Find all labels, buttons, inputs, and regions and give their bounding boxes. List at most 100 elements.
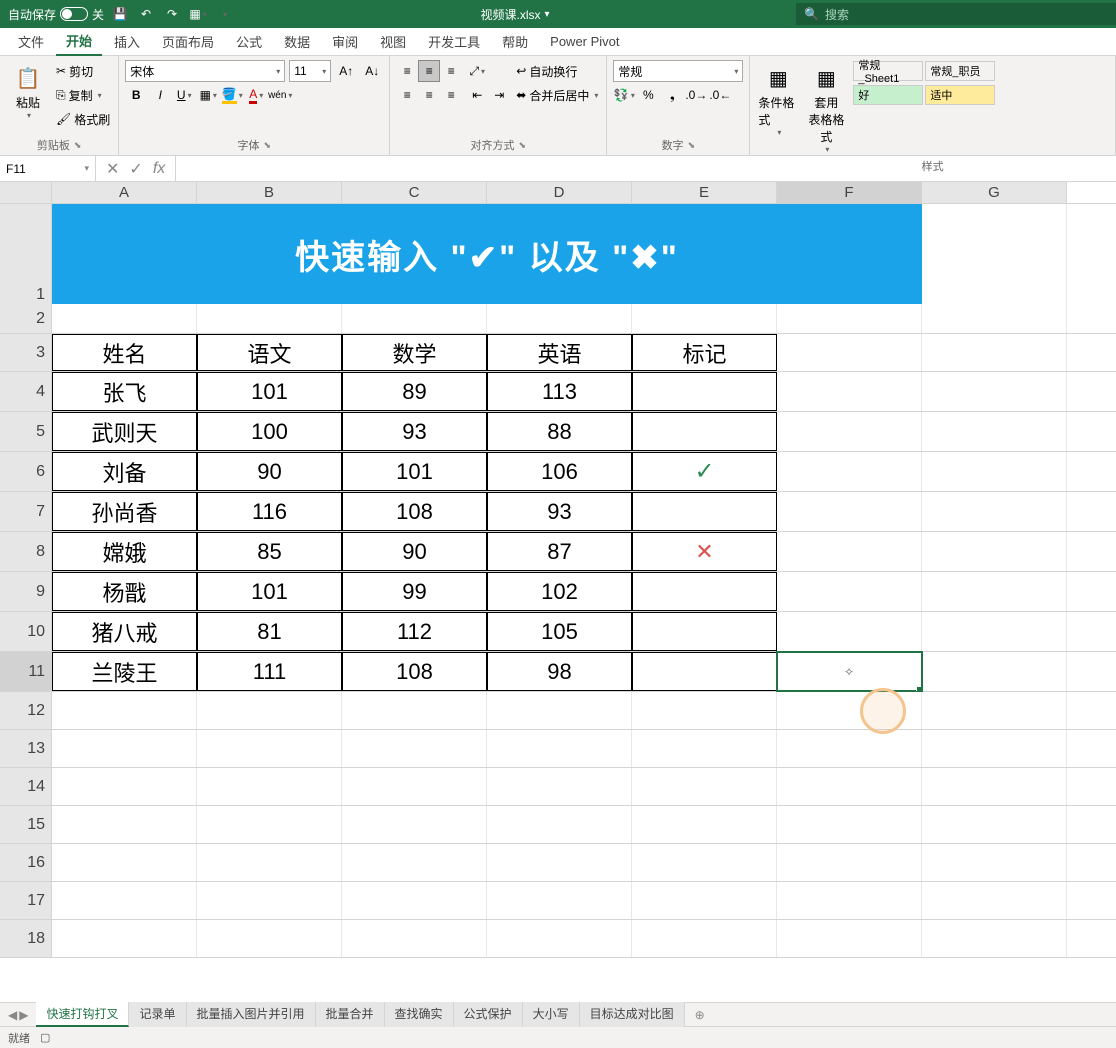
orientation-icon[interactable]: ⤢▾ bbox=[466, 60, 488, 82]
cell-A7[interactable]: 孙尚香 bbox=[52, 492, 197, 531]
select-all-corner[interactable] bbox=[0, 182, 52, 203]
sheet-nav-next-icon[interactable]: ▶ bbox=[19, 1008, 28, 1022]
cell-E5[interactable] bbox=[632, 412, 777, 451]
decrease-decimal-icon[interactable]: .0← bbox=[709, 84, 731, 106]
col-header-B[interactable]: B bbox=[197, 182, 342, 203]
cell-B4[interactable]: 101 bbox=[197, 372, 342, 411]
row-header-11[interactable]: 11 bbox=[0, 652, 52, 691]
cell-A10[interactable]: 猪八戒 bbox=[52, 612, 197, 651]
col-header-A[interactable]: A bbox=[52, 182, 197, 203]
undo-icon[interactable]: ↶ bbox=[136, 4, 156, 24]
cell-E9[interactable] bbox=[632, 572, 777, 611]
qat-more-icon[interactable]: ▦▾ bbox=[188, 4, 208, 24]
row-header-14[interactable]: 14 bbox=[0, 768, 52, 805]
align-middle-icon[interactable]: ≡ bbox=[418, 60, 440, 82]
tab-formulas[interactable]: 公式 bbox=[226, 28, 272, 55]
row-header-4[interactable]: 4 bbox=[0, 372, 52, 411]
col-header-G[interactable]: G bbox=[922, 182, 1067, 203]
increase-font-icon[interactable]: A↑ bbox=[335, 60, 357, 82]
italic-button[interactable]: I bbox=[149, 84, 171, 106]
sheet-tab-0[interactable]: 快速打钩打叉 bbox=[36, 1002, 129, 1027]
cell-E6[interactable]: ✓ bbox=[632, 452, 777, 491]
comma-format-icon[interactable]: ❟ bbox=[661, 84, 683, 106]
align-right-icon[interactable]: ≡ bbox=[440, 84, 462, 106]
spreadsheet-grid[interactable]: A B C D E F G 1 快速输入 "✔" 以及 "✖" 2 3 姓名 语… bbox=[0, 182, 1116, 1002]
cell-C4[interactable]: 89 bbox=[342, 372, 487, 411]
cell-B9[interactable]: 101 bbox=[197, 572, 342, 611]
conditional-format-button[interactable]: ▦ 条件格式▾ bbox=[756, 60, 800, 139]
cell-C7[interactable]: 108 bbox=[342, 492, 487, 531]
cell-F8[interactable] bbox=[777, 532, 922, 571]
cell-A8[interactable]: 嫦娥 bbox=[52, 532, 197, 571]
align-left-icon[interactable]: ≡ bbox=[396, 84, 418, 106]
cell-D10[interactable]: 105 bbox=[487, 612, 632, 651]
tab-insert[interactable]: 插入 bbox=[104, 28, 150, 55]
cell-D9[interactable]: 102 bbox=[487, 572, 632, 611]
row-header-6[interactable]: 6 bbox=[0, 452, 52, 491]
qat-customize-icon[interactable]: ▾ bbox=[214, 4, 234, 24]
increase-decimal-icon[interactable]: .0→ bbox=[685, 84, 707, 106]
cell-F11[interactable]: ✧ bbox=[777, 652, 922, 691]
percent-format-icon[interactable]: % bbox=[637, 84, 659, 106]
cell-C8[interactable]: 90 bbox=[342, 532, 487, 571]
cell-B8[interactable]: 85 bbox=[197, 532, 342, 571]
clipboard-launcher-icon[interactable]: ⬊ bbox=[74, 140, 82, 151]
cell-F4[interactable] bbox=[777, 372, 922, 411]
tab-data[interactable]: 数据 bbox=[274, 28, 320, 55]
row-header-17[interactable]: 17 bbox=[0, 882, 52, 919]
row-header-9[interactable]: 9 bbox=[0, 572, 52, 611]
bold-button[interactable]: B bbox=[125, 84, 147, 106]
enter-formula-icon[interactable]: ✓ bbox=[129, 159, 142, 179]
row-header-18[interactable]: 18 bbox=[0, 920, 52, 957]
cell-E4[interactable] bbox=[632, 372, 777, 411]
row-header-5[interactable]: 5 bbox=[0, 412, 52, 451]
fill-color-button[interactable]: 🪣▾ bbox=[221, 84, 243, 106]
cell-A6[interactable]: 刘备 bbox=[52, 452, 197, 491]
col-header-C[interactable]: C bbox=[342, 182, 487, 203]
tab-page-layout[interactable]: 页面布局 bbox=[152, 28, 224, 55]
cell-C6[interactable]: 101 bbox=[342, 452, 487, 491]
number-format-combo[interactable]: 常规▾ bbox=[613, 60, 743, 82]
alignment-launcher-icon[interactable]: ⬊ bbox=[519, 140, 527, 151]
font-name-combo[interactable]: 宋体▾ bbox=[125, 60, 285, 82]
align-top-icon[interactable]: ≡ bbox=[396, 60, 418, 82]
increase-indent-icon[interactable]: ⇥ bbox=[488, 84, 510, 106]
cell-G10[interactable] bbox=[922, 612, 1067, 651]
decrease-font-icon[interactable]: A↓ bbox=[361, 60, 383, 82]
cell-G7[interactable] bbox=[922, 492, 1067, 531]
tab-file[interactable]: 文件 bbox=[8, 28, 54, 55]
row-header-16[interactable]: 16 bbox=[0, 844, 52, 881]
font-color-button[interactable]: A▾ bbox=[245, 84, 267, 106]
col-header-D[interactable]: D bbox=[487, 182, 632, 203]
tab-power-pivot[interactable]: Power Pivot bbox=[540, 30, 629, 53]
cell-B5[interactable]: 100 bbox=[197, 412, 342, 451]
sheet-tab-1[interactable]: 记录单 bbox=[129, 1002, 186, 1027]
cell-D8[interactable]: 87 bbox=[487, 532, 632, 571]
row-header-2[interactable]: 2 bbox=[0, 304, 52, 333]
cell-E10[interactable] bbox=[632, 612, 777, 651]
cell-F10[interactable] bbox=[777, 612, 922, 651]
cell-E11[interactable] bbox=[632, 652, 777, 691]
tab-help[interactable]: 帮助 bbox=[492, 28, 538, 55]
cell-C5[interactable]: 93 bbox=[342, 412, 487, 451]
cell-C11[interactable]: 108 bbox=[342, 652, 487, 691]
cut-button[interactable]: ✂剪切 bbox=[54, 60, 112, 82]
cell-G11[interactable] bbox=[922, 652, 1067, 691]
row-header-1[interactable]: 1 bbox=[0, 204, 52, 304]
cell-B10[interactable]: 81 bbox=[197, 612, 342, 651]
row-header-8[interactable]: 8 bbox=[0, 532, 52, 571]
tab-developer[interactable]: 开发工具 bbox=[418, 28, 490, 55]
save-icon[interactable]: 💾 bbox=[110, 4, 130, 24]
search-box[interactable]: 🔍 搜索 bbox=[796, 3, 1116, 25]
cell-C10[interactable]: 112 bbox=[342, 612, 487, 651]
sheet-nav-prev-icon[interactable]: ◀ bbox=[8, 1008, 17, 1022]
align-center-icon[interactable]: ≡ bbox=[418, 84, 440, 106]
font-launcher-icon[interactable]: ⬊ bbox=[263, 140, 271, 151]
row-header-3[interactable]: 3 bbox=[0, 334, 52, 371]
header-chinese[interactable]: 语文 bbox=[197, 334, 342, 371]
cell-A11[interactable]: 兰陵王 bbox=[52, 652, 197, 691]
sheet-tab-6[interactable]: 大小写 bbox=[523, 1002, 580, 1027]
cell-G9[interactable] bbox=[922, 572, 1067, 611]
header-mark[interactable]: 标记 bbox=[632, 334, 777, 371]
cell-F9[interactable] bbox=[777, 572, 922, 611]
